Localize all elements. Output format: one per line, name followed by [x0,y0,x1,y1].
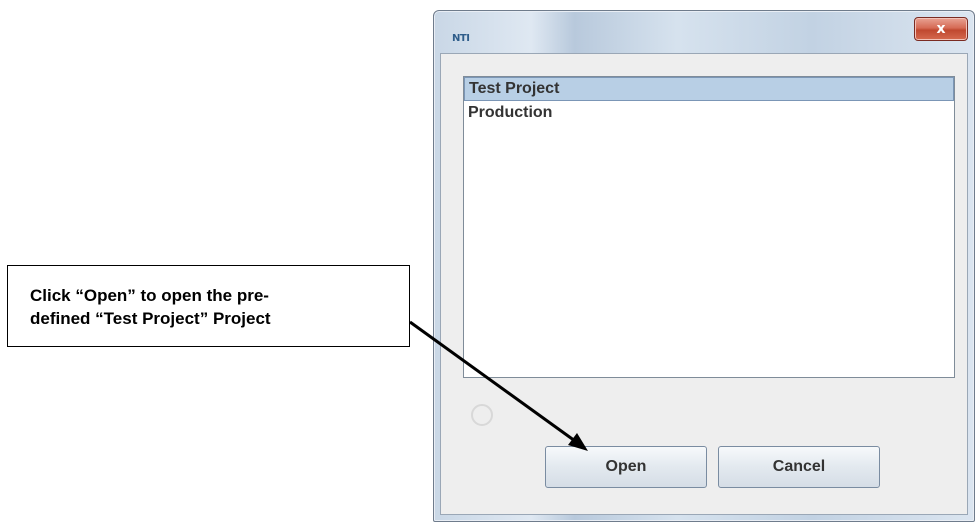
pointer-arrow-icon [409,320,588,451]
